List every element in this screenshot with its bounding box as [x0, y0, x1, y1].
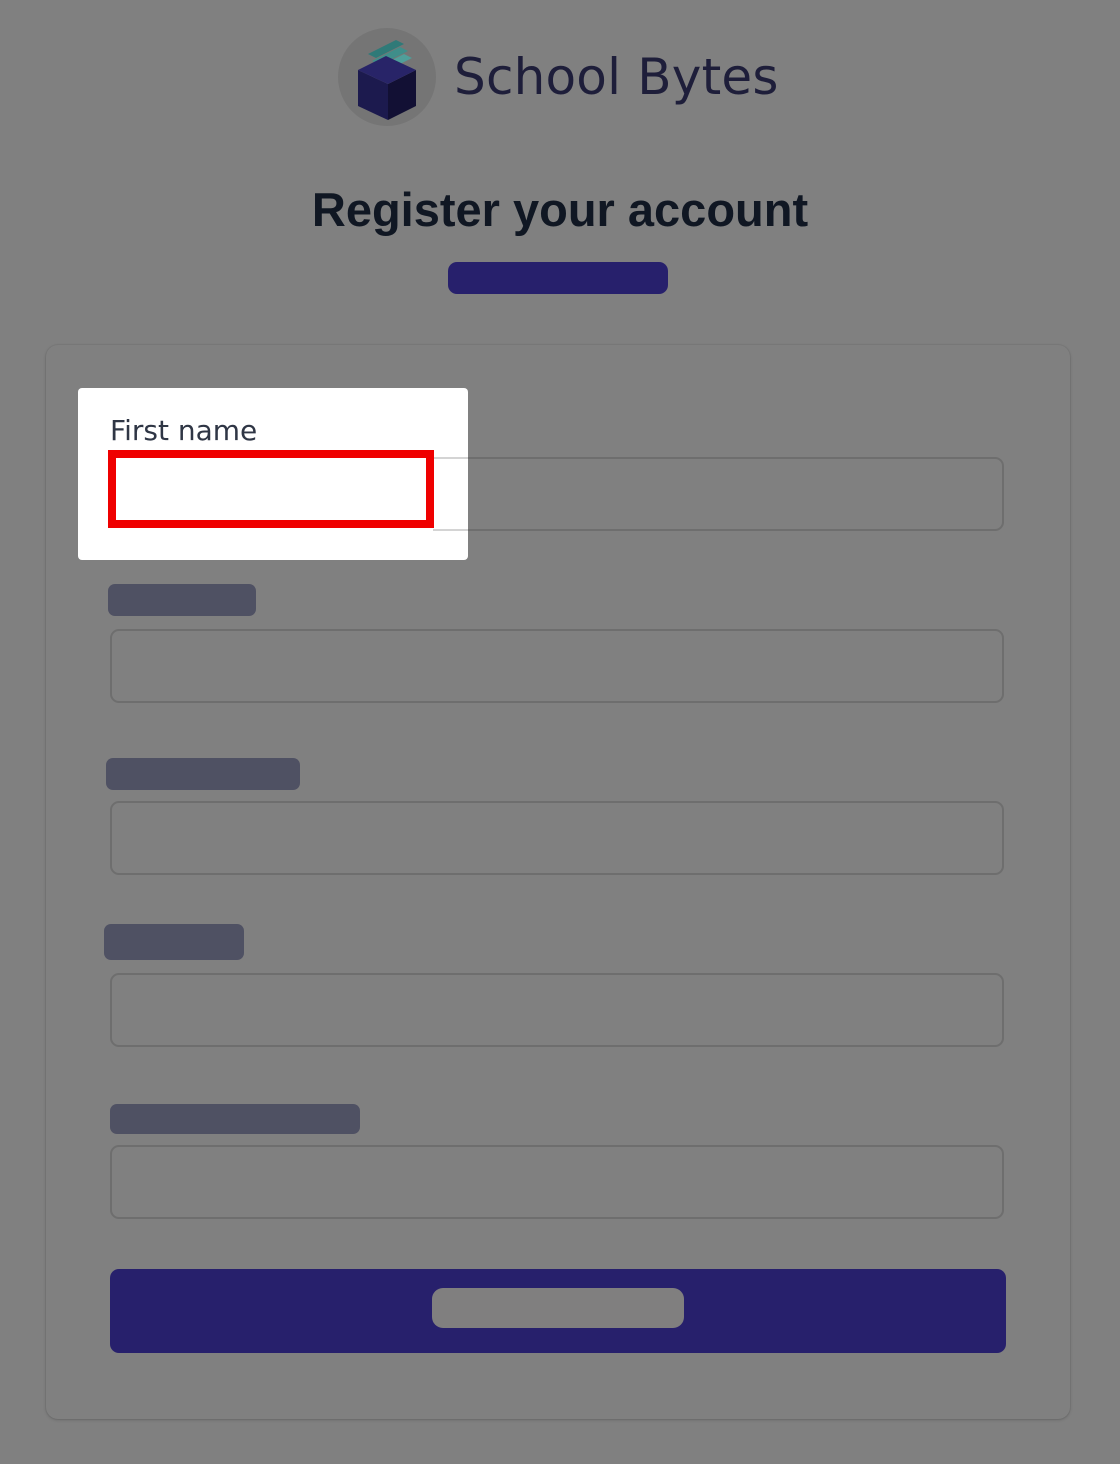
submit-label-redacted: [432, 1288, 684, 1328]
field-label-redacted: [110, 1104, 360, 1134]
book-shield-icon: [338, 28, 436, 126]
field-label-redacted: [108, 584, 256, 616]
first-name-input[interactable]: [108, 450, 434, 528]
text-field[interactable]: [110, 973, 1004, 1047]
first-name-field-edge: [433, 457, 468, 531]
field-label-redacted: [106, 758, 300, 790]
field-label-redacted: [104, 924, 244, 960]
page-title: Register your account: [311, 183, 809, 236]
submit-button[interactable]: [110, 1269, 1006, 1353]
text-field[interactable]: [110, 629, 1004, 703]
text-field[interactable]: [110, 1145, 1004, 1219]
subtitle-redacted: [448, 262, 668, 294]
brand-name: School Bytes: [454, 48, 779, 106]
brand-logo: School Bytes: [338, 28, 779, 126]
first-name-spotlight: First name: [78, 388, 468, 560]
text-field[interactable]: [110, 801, 1004, 875]
first-name-label: First name: [110, 414, 258, 447]
